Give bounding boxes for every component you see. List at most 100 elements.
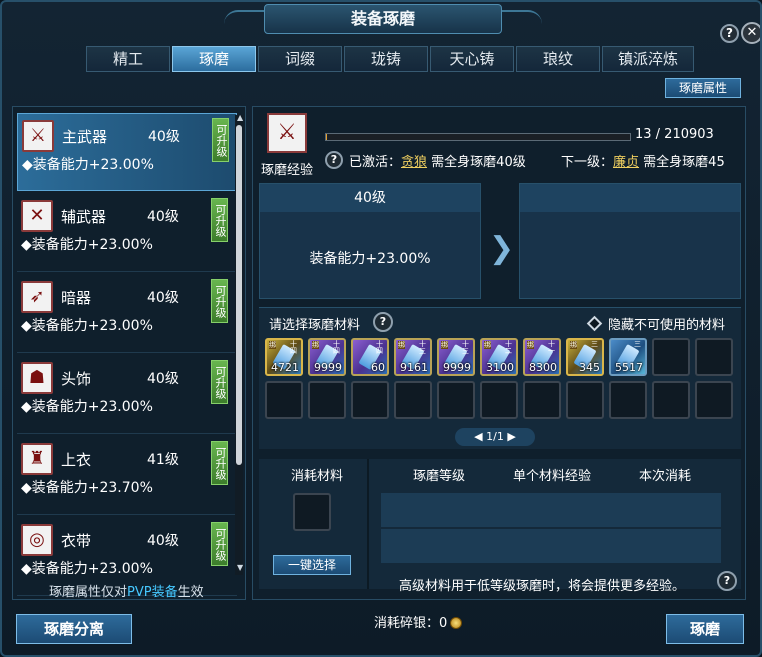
one-key-select-button[interactable]: 一键选择 — [273, 555, 351, 575]
equipment-item[interactable]: ✕ 辅武器 40级 可升级 ◆装备能力+23.00% — [17, 194, 237, 272]
current-level-box: 40级 装备能力+23.00% — [259, 183, 481, 299]
tab-zhenpai-cuilian[interactable]: 镇派淬炼 — [602, 46, 694, 72]
equipment-icon: ♜ — [21, 443, 53, 475]
exp-progress-fill — [326, 134, 327, 140]
scrollbar-thumb[interactable] — [236, 125, 242, 465]
polish-split-button[interactable]: 琢磨分离 — [16, 614, 132, 644]
close-button[interactable]: ✕ — [741, 22, 760, 44]
equipment-item[interactable]: ➶ 暗器 40级 可升级 ◆装备能力+23.00% — [17, 275, 237, 353]
material-rank: 十四 — [290, 340, 297, 355]
material-rank: 三 — [634, 340, 641, 348]
material-slot[interactable]: 绑 十三 9161 — [394, 338, 432, 376]
material-slot[interactable]: 绑 十三 9999 — [437, 338, 475, 376]
activation-help-icon[interactable]: ? — [325, 151, 343, 169]
material-slot[interactable]: 三 5517 — [609, 338, 647, 376]
tab-cizhui[interactable]: 词缀 — [258, 46, 342, 72]
coin-icon — [450, 617, 463, 629]
upgradable-badge: 可升级 — [211, 441, 228, 485]
material-slot[interactable]: 绑 十四 4721 — [265, 338, 303, 376]
bound-tag: 绑 — [484, 341, 491, 349]
arrow-right-icon: ❯ — [489, 231, 515, 266]
exp-progress-text: 13 / 210903 — [635, 127, 714, 142]
pvp-note: 琢磨属性仅对PVP装备生效 — [49, 585, 204, 600]
page-prev-icon[interactable]: ◀ — [474, 430, 482, 443]
empty-material-slot[interactable] — [695, 381, 733, 419]
equipment-item[interactable]: ♜ 上衣 41级 可升级 ◆装备能力+23.70% — [17, 437, 237, 515]
robe-icon: ♜ — [28, 448, 46, 469]
equipment-item[interactable]: ⚔ 主武器 40级 可升级 ◆装备能力+23.00% — [17, 113, 237, 191]
equipment-icon: ➶ — [21, 281, 53, 313]
empty-material-slot[interactable] — [308, 381, 346, 419]
activated-line: 已激活：贪狼 需全身琢磨40级 — [349, 155, 526, 170]
empty-material-slot[interactable] — [695, 338, 733, 376]
scroll-up-icon[interactable]: ▲ — [237, 113, 243, 122]
consume-title: 消耗材料 — [291, 469, 344, 484]
equipment-level: 40级 — [148, 129, 180, 145]
page-indicator: 1/1 — [486, 430, 504, 443]
title-ornament-right — [502, 10, 542, 28]
bound-tag: 绑 — [398, 341, 405, 349]
polish-attributes-button[interactable]: 琢磨属性 — [665, 78, 741, 98]
consume-material-slot[interactable] — [293, 493, 331, 531]
tab-zhuomo[interactable]: 琢磨 — [172, 46, 256, 72]
page-next-icon[interactable]: ▶ — [507, 430, 515, 443]
material-rank: 十四 — [333, 340, 340, 355]
equipment-name: 头饰 — [61, 370, 92, 388]
empty-material-slot[interactable] — [609, 381, 647, 419]
polish-window: 装备琢磨 ? ✕ 精工 琢磨 词缀 珑铸 天心铸 琅纹 镇派淬炼 琢磨属性 ⚔ 主… — [0, 0, 762, 657]
empty-material-slot[interactable] — [566, 381, 604, 419]
upgradable-badge: 可升级 — [211, 279, 228, 323]
consume-row — [381, 493, 721, 527]
material-count: 9999 — [314, 361, 342, 374]
empty-material-slot[interactable] — [480, 381, 518, 419]
material-count: 345 — [579, 361, 600, 374]
equipment-ability: ◆装备能力+23.00% — [21, 561, 153, 577]
equipment-ability: ◆装备能力+23.00% — [22, 157, 154, 173]
equipment-item[interactable]: ☗ 头饰 40级 可升级 ◆装备能力+23.00% — [17, 356, 237, 434]
tab-longzhu[interactable]: 珑铸 — [344, 46, 428, 72]
window-title: 装备琢磨 — [264, 4, 502, 34]
empty-material-slot[interactable] — [523, 381, 561, 419]
upgradable-badge: 可升级 — [211, 360, 228, 404]
material-rank: 十三 — [462, 340, 469, 355]
material-slot[interactable]: 绑 十二 3100 — [480, 338, 518, 376]
tab-bar: 精工 琢磨 词缀 珑铸 天心铸 琅纹 镇派淬炼 — [86, 46, 694, 72]
equipment-name: 暗器 — [61, 289, 92, 307]
silver-cost: 消耗碎银：0 — [374, 612, 463, 631]
material-help-icon[interactable]: ? — [373, 312, 393, 332]
empty-material-slot[interactable] — [265, 381, 303, 419]
material-slot[interactable]: 十四 60 — [351, 338, 389, 376]
material-rank: 十二 — [505, 340, 512, 355]
material-slot[interactable]: 绑 十四 9999 — [308, 338, 346, 376]
equipment-level: 40级 — [147, 290, 179, 306]
activated-link[interactable]: 贪狼 — [401, 155, 427, 170]
material-slot[interactable]: 绑 十一 8300 — [523, 338, 561, 376]
empty-material-slot[interactable] — [351, 381, 389, 419]
col-this-cost: 本次消耗 — [639, 469, 692, 484]
material-grid: 绑十四 4721 绑十四 9999 十四 60 绑十三 9161 绑十三 9999 绑十二 3100 绑… — [265, 338, 733, 419]
scroll-down-icon[interactable]: ▼ — [237, 563, 243, 572]
material-count: 9999 — [443, 361, 471, 374]
material-rank: 三 — [591, 340, 598, 348]
tab-jinggong[interactable]: 精工 — [86, 46, 170, 72]
current-ability: 装备能力+23.00% — [309, 251, 431, 267]
empty-material-slot[interactable] — [437, 381, 475, 419]
current-level: 40级 — [260, 184, 480, 212]
col-material-exp: 单个材料经验 — [513, 469, 592, 484]
helmet-icon: ☗ — [28, 367, 46, 388]
sword-icon: ⚔ — [277, 120, 297, 145]
tab-tianxinzhu[interactable]: 天心铸 — [430, 46, 514, 72]
empty-material-slot[interactable] — [394, 381, 432, 419]
consume-help-icon[interactable]: ? — [717, 571, 737, 591]
consume-section: 消耗材料 琢磨等级 单个材料经验 本次消耗 一键选择 高级材料用于低等级琢磨时，… — [259, 459, 741, 594]
empty-material-slot[interactable] — [652, 338, 690, 376]
help-button[interactable]: ? — [720, 24, 739, 43]
empty-material-slot[interactable] — [652, 381, 690, 419]
next-level-link[interactable]: 廉贞 — [613, 155, 639, 170]
polish-button[interactable]: 琢磨 — [666, 614, 744, 644]
material-rank: 十四 — [376, 340, 383, 355]
hide-unusable-toggle[interactable]: 隐藏不可使用的材料 — [586, 314, 725, 333]
checkbox-diamond-icon[interactable] — [586, 315, 603, 332]
tab-langwen[interactable]: 琅纹 — [516, 46, 600, 72]
material-slot[interactable]: 绑 三 345 — [566, 338, 604, 376]
